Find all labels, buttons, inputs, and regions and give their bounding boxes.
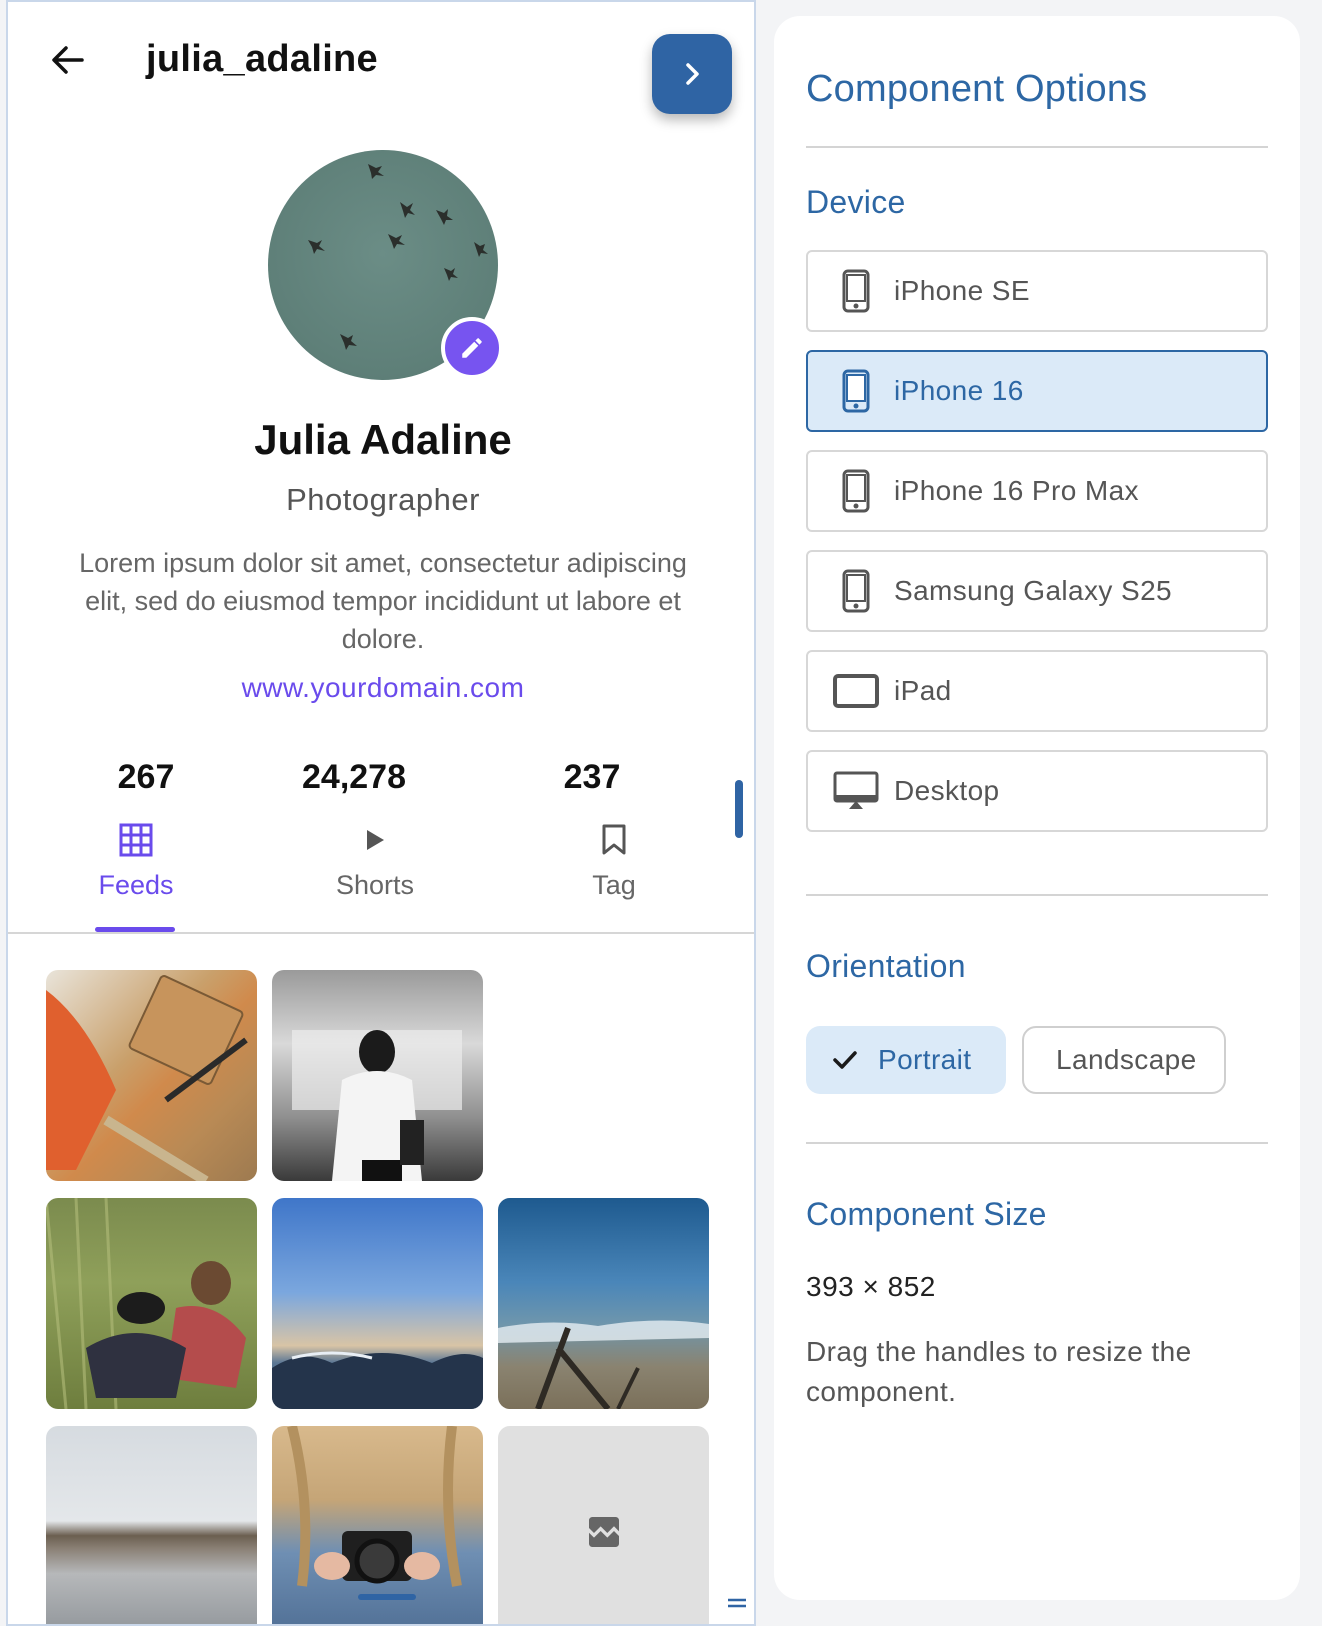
- component-size-hint: Drag the handles to resize the component…: [806, 1336, 1192, 1407]
- device-label: Desktop: [894, 775, 1000, 806]
- device-label: iPad: [894, 675, 952, 706]
- gallery-photo-man-dog[interactable]: [46, 1198, 257, 1409]
- device-option-iphone-16[interactable]: iPhone 16: [806, 350, 1268, 432]
- tab-shorts-label: Shorts: [335, 870, 415, 900]
- divider: [806, 894, 1268, 896]
- gallery-photo-subway[interactable]: [272, 970, 483, 1181]
- tab-shorts[interactable]: Shorts: [275, 820, 475, 901]
- tab-tag-label: Tag: [592, 870, 636, 900]
- profile-role: Photographer: [286, 482, 480, 517]
- tab-feeds[interactable]: Feeds: [36, 820, 236, 901]
- desktop-icon: [830, 771, 882, 811]
- divider: [806, 1142, 1268, 1144]
- profile-name: Julia Adaline: [254, 416, 512, 463]
- resize-handle-icon[interactable]: [726, 1596, 748, 1608]
- gallery-photo-beach[interactable]: [498, 1198, 709, 1409]
- component-size-value: 393 × 852: [806, 1271, 936, 1302]
- edit-avatar-button[interactable]: [441, 317, 503, 379]
- orientation-label: Portrait: [878, 1044, 972, 1075]
- home-indicator: [358, 1594, 416, 1600]
- tab-divider: [8, 932, 754, 934]
- pencil-icon: [462, 338, 482, 358]
- orientation-landscape-button[interactable]: Landscape: [1022, 1026, 1226, 1094]
- device-option-ipad[interactable]: iPad: [806, 650, 1268, 732]
- device-label: iPhone 16 Pro Max: [894, 475, 1139, 506]
- next-button[interactable]: [652, 34, 732, 114]
- divider: [806, 146, 1268, 148]
- gallery-photo-sunset-waves[interactable]: [272, 1198, 483, 1409]
- profile-website-link[interactable]: www.yourdomain.com: [8, 672, 754, 704]
- tablet-icon: [830, 674, 882, 708]
- stat-posts: 267: [117, 758, 175, 796]
- gallery-photo-desk[interactable]: [46, 970, 257, 1181]
- device-label: Samsung Galaxy S25: [894, 575, 1173, 606]
- phone-preview: julia_adaline Julia Adaline Photographer…: [6, 0, 756, 1626]
- stat-followers: 24,278: [302, 758, 406, 796]
- component-options-panel: Component Options Device iPhone SE iPhon…: [774, 16, 1300, 1600]
- device-heading: Device: [806, 184, 906, 220]
- panel-title: Component Options: [806, 68, 1148, 110]
- tab-feeds-label: Feeds: [98, 870, 174, 900]
- phone-icon: [830, 469, 882, 513]
- back-arrow-icon[interactable]: [46, 38, 90, 82]
- bookmark-icon: [514, 820, 714, 860]
- chevron-right-icon: [686, 63, 699, 85]
- phone-icon: [830, 569, 882, 613]
- username-title: julia_adaline: [146, 38, 378, 80]
- device-label: iPhone SE: [894, 275, 1030, 306]
- phone-icon: [830, 269, 882, 313]
- orientation-portrait-button[interactable]: Portrait: [806, 1026, 1006, 1094]
- check-icon: [832, 1049, 858, 1071]
- device-option-samsung-galaxy-s25[interactable]: Samsung Galaxy S25: [806, 550, 1268, 632]
- orientation-heading: Orientation: [806, 948, 966, 984]
- device-option-iphone-se[interactable]: iPhone SE: [806, 250, 1268, 332]
- tab-tag[interactable]: Tag: [514, 820, 714, 901]
- scrollbar-thumb[interactable]: [735, 780, 743, 838]
- device-option-desktop[interactable]: Desktop: [806, 750, 1268, 832]
- play-icon: [275, 820, 475, 860]
- orientation-label: Landscape: [1056, 1044, 1197, 1075]
- gallery-photo-placeholder[interactable]: [498, 1426, 709, 1624]
- device-option-iphone-16-pro-max[interactable]: iPhone 16 Pro Max: [806, 450, 1268, 532]
- phone-icon: [830, 369, 882, 413]
- gallery-photo-lake[interactable]: [46, 1426, 257, 1624]
- component-size-heading: Component Size: [806, 1196, 1047, 1232]
- image-placeholder-icon: [588, 1516, 619, 1547]
- device-label: iPhone 16: [894, 375, 1024, 406]
- profile-bio: Lorem ipsum dolor sit amet, consectetur …: [79, 548, 687, 654]
- grid-icon: [36, 820, 236, 860]
- stat-following: 237: [563, 758, 621, 796]
